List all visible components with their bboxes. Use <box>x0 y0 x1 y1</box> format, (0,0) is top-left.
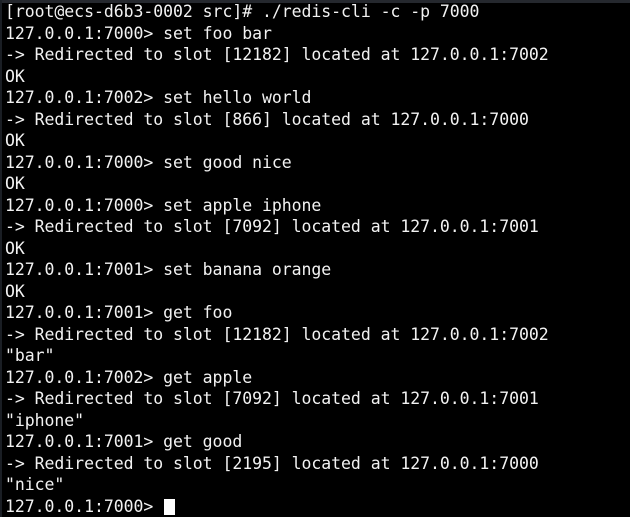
terminal-line: OK <box>5 174 25 193</box>
terminal-line: 127.0.0.1:7000> <box>5 496 630 517</box>
terminal-line: -> Redirected to slot [2195] located at … <box>5 453 539 473</box>
terminal-output[interactable]: [root@ecs-d6b3-0002 src]# ./redis-cli -c… <box>0 0 630 517</box>
terminal-line: OK <box>5 281 25 301</box>
terminal-window[interactable]: [root@ecs-d6b3-0002 src]# ./redis-cli -c… <box>0 0 630 517</box>
terminal-line: OK <box>5 66 25 86</box>
terminal-line: -> Redirected to slot [866] located at 1… <box>5 109 529 129</box>
terminal-line: 127.0.0.1:7001> get foo <box>5 303 233 322</box>
terminal-line: 127.0.0.1:7000> set apple iphone <box>5 195 322 215</box>
terminal-line: "iphone" <box>5 410 85 430</box>
terminal-line: 127.0.0.1:7001> set banana orange <box>5 260 332 279</box>
terminal-line: -> Redirected to slot [7092] located at … <box>5 217 539 236</box>
terminal-line: "nice" <box>5 475 65 494</box>
text-cursor <box>164 498 176 515</box>
terminal-line: -> Redirected to slot [7092] located at … <box>5 389 539 408</box>
terminal-line: 127.0.0.1:7002> get apple <box>5 367 253 387</box>
terminal-line: "bar" <box>5 346 55 365</box>
terminal-line: 127.0.0.1:7001> get good <box>5 432 243 451</box>
terminal-line: 127.0.0.1:7000> set good nice <box>5 152 292 172</box>
terminal-line: -> Redirected to slot [12182] located at… <box>5 324 549 344</box>
terminal-line: 127.0.0.1:7002> set hello world <box>5 88 312 107</box>
terminal-line: OK <box>5 238 25 258</box>
terminal-line: -> Redirected to slot [12182] located at… <box>5 45 549 64</box>
terminal-line: 127.0.0.1:7000> set foo bar <box>5 23 272 43</box>
terminal-line: [root@ecs-d6b3-0002 src]# ./redis-cli -c… <box>5 2 480 21</box>
terminal-line: OK <box>5 131 25 150</box>
